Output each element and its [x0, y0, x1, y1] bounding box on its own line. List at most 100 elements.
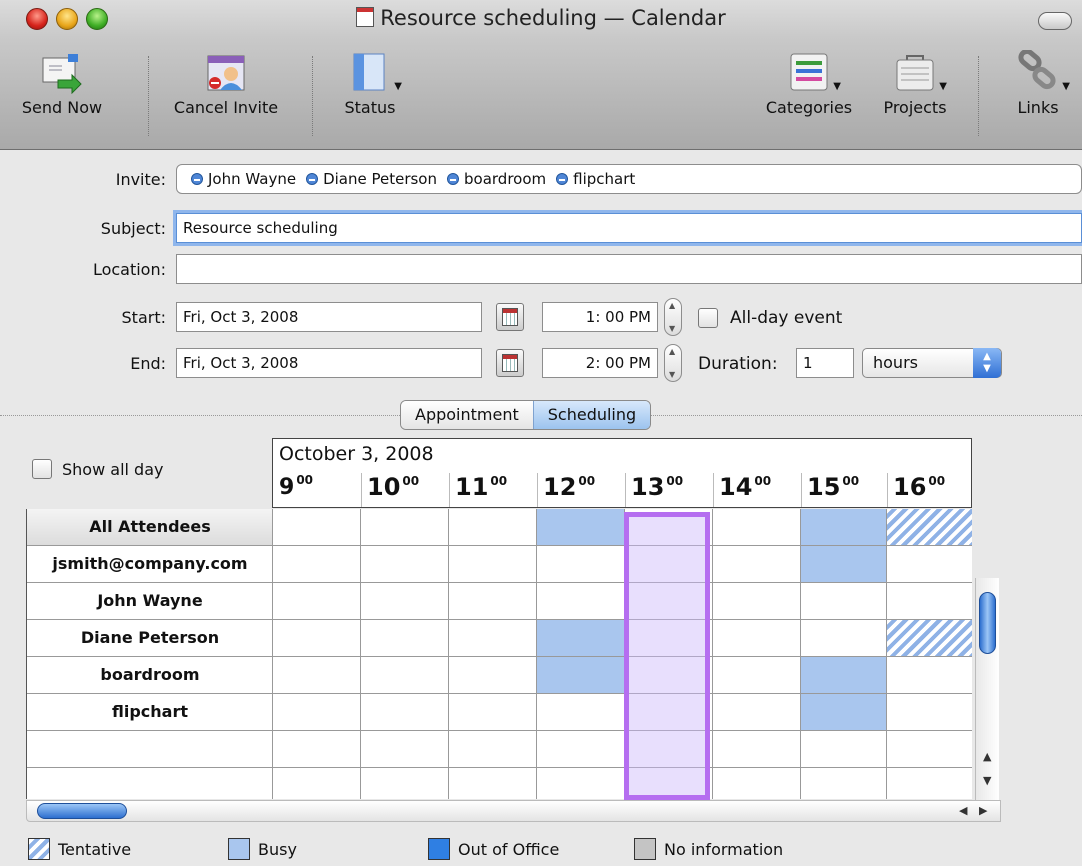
- view-tabs: Appointment Scheduling: [400, 400, 652, 430]
- busy-block: [800, 694, 886, 730]
- remove-invitee-icon[interactable]: [191, 173, 203, 185]
- show-all-day-label: Show all day: [62, 460, 164, 479]
- start-time-field[interactable]: 1: 00 PM: [542, 302, 658, 332]
- attendee-row-all[interactable]: All Attendees: [27, 509, 273, 546]
- grid-column-line: [536, 509, 537, 799]
- calendar-icon: [502, 308, 518, 326]
- grid-column-line: [272, 509, 273, 799]
- status-button[interactable]: ▼ Status: [330, 50, 410, 117]
- scroll-right-icon[interactable]: ▶: [979, 804, 987, 817]
- toolbar-separator: [148, 56, 149, 136]
- links-button[interactable]: ▼ Links: [998, 48, 1078, 117]
- attendee-row[interactable]: boardroom: [27, 657, 273, 694]
- all-day-checkbox[interactable]: [698, 308, 718, 328]
- cancel-invite-button[interactable]: Cancel Invite: [164, 50, 288, 117]
- busy-block: [536, 509, 624, 545]
- attendee-row[interactable]: John Wayne: [27, 583, 273, 620]
- no-information-swatch: [634, 838, 656, 860]
- out-of-office-swatch: [428, 838, 450, 860]
- grid-column-line: [800, 509, 801, 799]
- schedule-date: October 3, 2008: [279, 443, 434, 465]
- subject-label: Subject:: [100, 219, 166, 238]
- window-toolbar: Resource scheduling — Calendar Send Now …: [0, 0, 1082, 150]
- remove-invitee-icon[interactable]: [447, 173, 459, 185]
- hour-label: 16 00: [893, 473, 946, 501]
- projects-button[interactable]: ▼ Projects: [872, 50, 958, 117]
- start-calendar-button[interactable]: [496, 303, 524, 331]
- invite-label: Invite:: [115, 170, 166, 189]
- location-field[interactable]: [176, 254, 1082, 284]
- remove-invitee-icon[interactable]: [306, 173, 319, 185]
- invite-field[interactable]: John Wayne Diane Peterson boardroom flipcha…: [176, 164, 1082, 194]
- grid-column-line: [712, 509, 713, 799]
- tentative-block: [886, 509, 972, 545]
- remove-invitee-icon[interactable]: [556, 173, 569, 185]
- start-time-stepper[interactable]: [664, 298, 682, 336]
- time-header: October 3, 2008 9 00 10 00 11 00 12 00 13 00 …: [272, 438, 972, 508]
- chevron-down-icon: ▼: [833, 81, 841, 92]
- hour-label: 10 00: [367, 473, 420, 501]
- send-now-icon: [40, 50, 84, 95]
- invitee-token[interactable]: flipchart: [556, 170, 635, 188]
- location-label: Location:: [92, 260, 166, 279]
- projects-icon: ▼: [893, 50, 947, 94]
- attendee-list: All Attendees jsmith@company.com John Wa…: [26, 509, 273, 805]
- invitee-token[interactable]: Diane Peterson: [306, 170, 437, 188]
- grid-column-line: [448, 509, 449, 799]
- hour-label: 11 00: [455, 473, 508, 501]
- attendee-row[interactable]: flipchart: [27, 694, 273, 731]
- scroll-up-icon[interactable]: ▲: [983, 750, 991, 763]
- horizontal-scrollbar[interactable]: ◀ ▶: [26, 800, 1001, 822]
- hour-label: 13 00: [631, 473, 684, 501]
- tentative-swatch: [28, 838, 50, 860]
- chevron-down-icon: ▼: [394, 81, 402, 92]
- legend-tentative: Tentative: [28, 838, 131, 860]
- end-time-stepper[interactable]: [664, 344, 682, 382]
- scroll-left-icon[interactable]: ◀: [959, 804, 967, 817]
- vertical-scroll-thumb[interactable]: [979, 592, 996, 654]
- end-calendar-button[interactable]: [496, 349, 524, 377]
- legend-out-of-office: Out of Office: [428, 838, 559, 860]
- grid-row: [272, 731, 972, 768]
- duration-unit-select[interactable]: hours ▲ ▼: [862, 348, 1002, 378]
- busy-block: [536, 620, 624, 656]
- subject-field[interactable]: Resource scheduling: [176, 213, 1082, 243]
- start-date-field[interactable]: Fri, Oct 3, 2008: [176, 302, 482, 332]
- send-now-button[interactable]: Send Now: [6, 50, 118, 117]
- chain-link-icon: ▼: [1016, 48, 1070, 94]
- vertical-scrollbar[interactable]: ▲ ▼: [975, 578, 999, 800]
- tab-appointment[interactable]: Appointment: [401, 401, 533, 429]
- busy-block: [800, 509, 886, 545]
- hour-label: 14 00: [719, 473, 772, 501]
- all-day-label: All-day event: [730, 308, 843, 328]
- chevron-down-icon: ▼: [939, 81, 947, 92]
- toolbar-toggle-button[interactable]: [1038, 12, 1072, 30]
- invitee-token[interactable]: boardroom: [447, 170, 546, 188]
- grid-column-line: [886, 509, 887, 799]
- scroll-down-icon[interactable]: ▼: [983, 774, 991, 787]
- hour-label: 9 00: [279, 473, 314, 500]
- window-title: Resource scheduling — Calendar: [0, 6, 1082, 30]
- duration-field[interactable]: 1: [796, 348, 854, 378]
- grid-column-line: [360, 509, 361, 799]
- end-date-field[interactable]: Fri, Oct 3, 2008: [176, 348, 482, 378]
- duration-label: Duration:: [698, 354, 778, 374]
- horizontal-scroll-thumb[interactable]: [37, 803, 127, 819]
- start-label: Start:: [121, 308, 166, 327]
- calendar-doc-icon: [356, 7, 375, 27]
- attendee-row[interactable]: jsmith@company.com: [27, 546, 273, 583]
- invitee-token[interactable]: John Wayne: [191, 170, 296, 188]
- busy-block: [800, 546, 886, 582]
- tab-scheduling[interactable]: Scheduling: [532, 401, 651, 429]
- legend-busy: Busy: [228, 838, 297, 860]
- end-time-field[interactable]: 2: 00 PM: [542, 348, 658, 378]
- attendee-row[interactable]: [27, 731, 273, 768]
- schedule-grid[interactable]: [272, 509, 972, 805]
- busy-swatch: [228, 838, 250, 860]
- meeting-time-selection[interactable]: [624, 512, 710, 800]
- updown-arrows-icon: ▲ ▼: [973, 348, 1001, 378]
- attendee-row[interactable]: Diane Peterson: [27, 620, 273, 657]
- categories-button[interactable]: ▼ Categories: [756, 50, 862, 117]
- show-all-day-checkbox[interactable]: [32, 459, 52, 479]
- busy-block: [800, 657, 886, 693]
